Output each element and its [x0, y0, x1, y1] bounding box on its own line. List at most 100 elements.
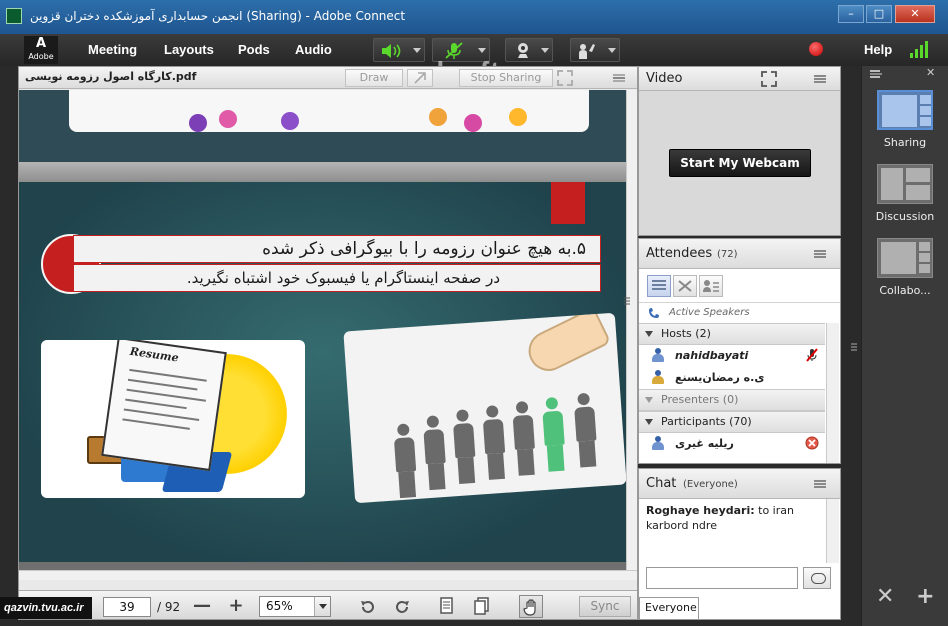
app-icon [6, 8, 22, 24]
user-list-icon [703, 280, 719, 292]
chat-scrollbar[interactable] [826, 499, 839, 563]
attendee-row[interactable]: ریلیه غیری [639, 433, 825, 455]
pod-menu-icon[interactable] [814, 250, 826, 258]
chat-message: Roghaye heydari: to iran karbord ndre [646, 503, 826, 533]
hand-tool-button[interactable] [519, 595, 543, 618]
pod-menu-icon[interactable] [613, 74, 625, 82]
attendee-row[interactable]: ی.ه رمضان‌یسنع [639, 367, 825, 389]
layout-collaboration[interactable]: Collabo... [872, 238, 938, 297]
selected-person-figure [538, 396, 569, 472]
single-page-icon[interactable] [439, 597, 455, 615]
raise-hand-button[interactable] [570, 38, 620, 62]
attendee-view-tools [639, 275, 840, 301]
page-number-input[interactable]: 39 [103, 597, 151, 617]
menu-pods[interactable]: Pods [238, 42, 270, 57]
pod-menu-icon[interactable] [814, 75, 826, 83]
zoom-in-button[interactable]: + [225, 596, 247, 618]
chevron-down-icon [608, 48, 616, 53]
chat-input[interactable] [646, 567, 798, 589]
chat-tab-everyone[interactable]: Everyone [639, 597, 699, 619]
hand-tool-icon [523, 599, 536, 616]
current-slide: ۵.به هیچ عنوان رزومه را با بیوگرافی ذکر … [19, 182, 626, 562]
layout-sharing[interactable]: Sharing [872, 90, 938, 149]
phone-icon [649, 308, 659, 318]
shared-file-name: کارگاه اصول رزومه نویسی.pdf [25, 70, 197, 83]
layout-discussion[interactable]: Discussion [872, 164, 938, 223]
document-viewport[interactable]: ۵.به هیچ عنوان رزومه را با بیوگرافی ذکر … [19, 90, 626, 570]
person-figure [419, 415, 450, 491]
vertical-scrollbar[interactable] [626, 90, 637, 570]
hosts-group-label: Hosts (2) [661, 327, 711, 340]
previous-slide-fragment [19, 90, 626, 162]
resume-paper: Resume [101, 340, 227, 472]
minimize-button[interactable]: – [838, 5, 864, 23]
presenters-group-header[interactable]: Presenters (0) [639, 389, 825, 411]
zoom-value: 65% [266, 599, 293, 613]
slide-red-accent [551, 182, 585, 224]
attendees-pod: Attendees (72) Active Speakers Hosts (2) [638, 238, 841, 464]
sync-button[interactable]: Sync [579, 596, 631, 617]
pod-menu-icon[interactable] [814, 480, 826, 488]
video-pod-header: Video [639, 67, 840, 91]
site-brand-tag: qazvin.tvu.ac.ir [0, 597, 92, 619]
hand-shape [521, 312, 612, 378]
layouts-close-icon[interactable]: ✕ [926, 66, 935, 79]
rotate-right-icon[interactable] [393, 598, 411, 616]
participants-group-header[interactable]: Participants (70) [639, 411, 825, 433]
title-bar: انجمن حسابداری آموزشکده دختران قزوین (Sh… [0, 0, 948, 34]
zoom-out-button[interactable]: — [191, 596, 213, 618]
attendee-options-button[interactable] [699, 275, 723, 297]
chevron-down-icon [413, 48, 421, 53]
splitter-grip-icon[interactable] [622, 296, 632, 306]
zoom-select[interactable]: 65% [259, 596, 331, 617]
fullscreen-icon[interactable] [557, 70, 573, 86]
chevron-down-icon[interactable] [314, 597, 330, 616]
attendee-name: ی.ه رمضان‌یسنع [675, 371, 765, 384]
microphone-active-icon [806, 348, 818, 362]
layouts-menu-icon[interactable] [870, 70, 882, 78]
attendee-row[interactable]: nahidbayati [639, 345, 825, 367]
fullscreen-icon[interactable] [761, 71, 777, 87]
start-webcam-button[interactable]: Start My Webcam [669, 149, 811, 177]
expand-triangle-icon [645, 419, 653, 425]
slide-bottom-edge [19, 562, 626, 570]
user-icon [651, 370, 665, 384]
layout-settings-icon[interactable]: ✕ [876, 584, 894, 609]
resume-paper-title: Resume [129, 344, 180, 365]
multi-page-icon[interactable] [473, 597, 491, 615]
attendee-name: nahidbayati [675, 349, 749, 362]
menu-audio[interactable]: Audio [295, 42, 332, 57]
video-pod: Video Start My Webcam [638, 66, 841, 236]
close-button[interactable]: ✕ [895, 5, 935, 23]
camera-button[interactable] [505, 38, 553, 62]
splitter-grip-icon[interactable] [849, 342, 859, 352]
adobe-logo-mark: A [35, 36, 47, 51]
menu-meeting[interactable]: Meeting [88, 42, 137, 57]
attendee-list-scrollbar[interactable] [826, 323, 839, 463]
slide-card [69, 90, 589, 132]
menu-help[interactable]: Help [864, 42, 892, 57]
horizontal-scrollbar[interactable] [19, 570, 637, 580]
video-pod-title: Video [646, 71, 683, 86]
layout-label: Sharing [883, 136, 927, 149]
recording-indicator-icon[interactable] [809, 42, 823, 56]
pointer-icon [414, 72, 426, 84]
hosts-group-header[interactable]: Hosts (2) [639, 323, 825, 345]
pointer-tool-button[interactable] [407, 69, 433, 87]
disconnected-icon [805, 436, 819, 450]
share-toolbar: 39 / 92 — + 65% Sync [19, 590, 637, 619]
maximize-button[interactable]: □ [866, 5, 892, 23]
person-figure [390, 423, 421, 499]
grid-view-button[interactable] [673, 275, 697, 297]
draw-button[interactable]: Draw [345, 69, 403, 87]
rotate-left-icon[interactable] [359, 598, 377, 616]
layouts-panel: ✕ Sharing Discussion Collabo... ✕ + [861, 66, 948, 626]
add-layout-button[interactable]: + [916, 584, 934, 609]
list-view-button[interactable] [647, 275, 671, 297]
stop-sharing-button[interactable]: Stop Sharing [459, 69, 553, 87]
list-view-icon [652, 280, 666, 290]
menu-layouts[interactable]: Layouts [164, 42, 214, 57]
chat-send-button[interactable] [803, 567, 831, 589]
active-speakers-label: Active Speakers [669, 307, 750, 318]
raise-hand-icon [579, 44, 595, 59]
